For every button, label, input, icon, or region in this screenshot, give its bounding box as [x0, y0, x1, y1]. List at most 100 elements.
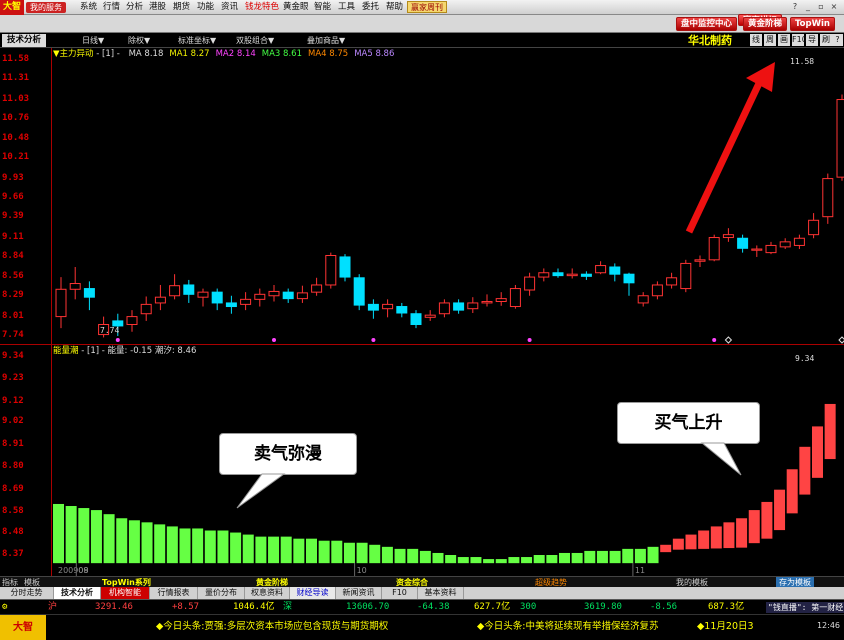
energy-bar [647, 546, 659, 564]
buy-callout: 买气上升 [617, 402, 760, 444]
sz-index: 13606.70 [346, 602, 390, 612]
tab-technical[interactable]: 技术分析 [54, 587, 101, 599]
energy-bar [306, 538, 317, 564]
help-button[interactable]: ? [832, 34, 843, 46]
tab-report[interactable]: 行情报表 [150, 587, 198, 599]
menu-item-hk[interactable]: 港股 [149, 2, 166, 13]
menu-item-system[interactable]: 系统 [80, 2, 97, 13]
restore-icon[interactable]: ▫ [816, 2, 826, 12]
help-icon[interactable]: ? [790, 2, 800, 12]
candle-body [211, 291, 223, 304]
energy-bar [242, 534, 254, 564]
live-tag[interactable]: "钱直播": 第一财经 [766, 602, 844, 613]
period-label: 日线 [82, 36, 98, 45]
candle-body [296, 292, 308, 300]
candle-body [651, 284, 663, 297]
energy-bar [710, 526, 722, 549]
candle-body [438, 302, 450, 315]
menu-item-quotes[interactable]: 行情 [103, 2, 120, 13]
tab-technical-analysis[interactable]: 技术分析 [2, 34, 46, 47]
menu-item-analysis[interactable]: 分析 [126, 2, 143, 13]
tab-intraday[interactable]: 分时走势 [0, 587, 54, 599]
candle-body [69, 283, 81, 290]
energy-bar [457, 557, 469, 564]
tab-f10[interactable]: F10 [382, 587, 418, 599]
energy-bar [343, 542, 355, 564]
energy-bar [698, 530, 710, 549]
tab-basic-info[interactable]: 基本资料 [418, 587, 464, 599]
line-button[interactable]: 线 [750, 34, 762, 46]
period-daily-dropdown[interactable]: 日线▼ [82, 35, 104, 46]
energy-bar [217, 530, 229, 564]
tab-news[interactable]: 新闻资讯 [336, 587, 382, 599]
candle-body [666, 277, 678, 286]
news-headline-1[interactable]: ◆今日头条:贾强:多层次资本市场应包含现货与期货期权 [156, 621, 388, 633]
energy-bar [521, 557, 533, 564]
overlay-dropdown[interactable]: 叠加商品▼ [307, 35, 345, 46]
news-headline-3[interactable]: ◆11月20日3 [697, 621, 754, 633]
topwin-button[interactable]: TopWin [790, 17, 835, 31]
candle-body [410, 313, 422, 325]
weekly-button[interactable]: 赢家周刊 [407, 1, 447, 13]
tab-volume-dist[interactable]: 量价分布 [198, 587, 245, 599]
tab-dividend[interactable]: 权息资料 [245, 587, 290, 599]
gold-ladder-button[interactable]: 黄金阶梯 [743, 17, 788, 31]
my-service-button[interactable]: 我的服务 [26, 2, 66, 13]
minimize-icon[interactable]: _ [803, 2, 813, 12]
menu-item-goldeye[interactable]: 黄金眼 [283, 2, 309, 13]
candle-body [282, 291, 294, 300]
price-high-label: 11.58 [790, 57, 814, 66]
candle-body [353, 277, 365, 306]
candle-body [453, 302, 465, 311]
energy-bar [609, 550, 621, 564]
candle-body [311, 284, 323, 293]
candle-body [779, 241, 791, 248]
tab-finance-guide[interactable]: 财经导读 [290, 587, 336, 599]
news-headline-2[interactable]: ◆今日头条:中美将延续现有举措保经济复苏 [477, 621, 659, 633]
energy-bar [559, 552, 570, 564]
exright-dropdown[interactable]: 除权▼ [128, 35, 150, 46]
tab-institution[interactable]: 机构智能 [101, 587, 150, 599]
top-toolbar: 赢家讲坛 盘中监控中心 黄金阶梯 TopWin [0, 14, 844, 33]
menu-item-smart[interactable]: 智能 [314, 2, 331, 13]
draw-button[interactable]: 画 [778, 34, 790, 46]
energy-bar-chart: 9.3420090809 10 11 [53, 354, 836, 576]
sh-amount: 1046.4亿 [233, 602, 275, 612]
candle-body [240, 298, 252, 305]
energy-bar [369, 544, 381, 564]
c300-change: -8.56 [650, 602, 678, 612]
energy-bar [268, 536, 280, 564]
candle-body [637, 295, 649, 304]
candle-body [751, 248, 763, 251]
energy-bar [179, 528, 191, 564]
energy-pane[interactable]: 9.34 9.23 9.12 9.02 8.91 8.80 8.69 8.58 8.48 8.37… [0, 345, 844, 576]
dual-stock-dropdown[interactable]: 双股组合▼ [236, 35, 274, 46]
menu-item-special[interactable]: 钱龙特色 [245, 2, 279, 13]
week-button[interactable]: 周 [764, 34, 776, 46]
energy-bar [660, 544, 672, 553]
candle-body [524, 276, 536, 291]
candle-body [580, 273, 592, 277]
close-icon[interactable]: × [829, 2, 839, 12]
candle-body [169, 285, 181, 297]
monitor-center-button[interactable]: 盘中监控中心 [676, 17, 738, 31]
coordinate-dropdown[interactable]: 标准坐标▼ [178, 35, 216, 46]
energy-bar [723, 522, 735, 549]
candle-body [424, 314, 436, 318]
candle-body [509, 288, 521, 308]
menu-item-futures[interactable]: 期货 [173, 2, 190, 13]
f10-button[interactable]: F10 [792, 34, 807, 46]
energy-bar [533, 555, 545, 564]
energy-bar [230, 532, 242, 564]
menu-item-info[interactable]: 资讯 [221, 2, 238, 13]
menu-item-trade[interactable]: 委托 [362, 2, 379, 13]
menu-item-tools[interactable]: 工具 [338, 2, 355, 13]
energy-bar [166, 526, 178, 564]
price-pane[interactable]: 11.58 11.31 11.03 10.76 10.48 10.21 9.93 9.66 9.… [0, 48, 844, 345]
menu-item-functions[interactable]: 功能 [197, 2, 214, 13]
menu-item-help[interactable]: 帮助 [386, 2, 403, 13]
refresh-button[interactable]: 刷 [820, 34, 832, 46]
candle-body [339, 256, 351, 278]
energy-bar [445, 555, 457, 564]
export-button[interactable]: 导 [806, 34, 818, 46]
